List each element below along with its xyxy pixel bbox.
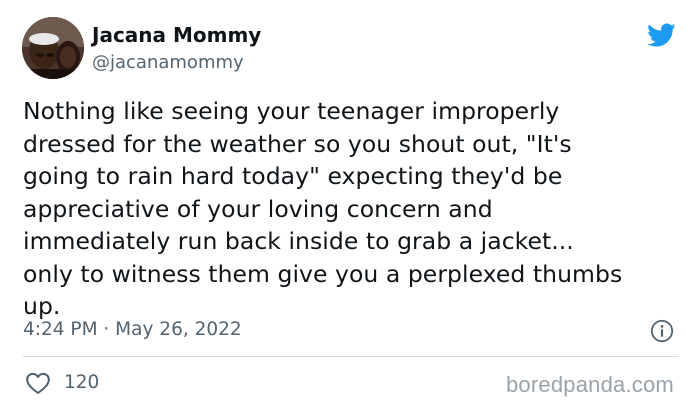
tweet-text-line: up. (23, 292, 61, 320)
tweet-text-line: appreciative of your loving concern and (23, 194, 493, 223)
divider (23, 356, 678, 357)
tweet-text-line: going to rain hard today" expecting they… (23, 162, 563, 190)
info-icon[interactable] (650, 319, 674, 343)
avatar[interactable] (22, 17, 84, 79)
tweet-card: Jacana Mommy @jacanamommy Nothing like s… (0, 0, 700, 410)
boredpanda-watermark: boredpanda.com (506, 372, 674, 397)
author-handle[interactable]: @jacanamommy (92, 52, 244, 73)
author-display-name[interactable]: Jacana Mommy (92, 23, 261, 47)
tweet-text-line: only to witness them give you a perplexe… (23, 259, 623, 288)
tweet-text-line: immediately run back inside to grab a ja… (23, 227, 574, 255)
tweet-text: Nothing like seeing your teenager improp… (23, 95, 688, 323)
twitter-bird-icon[interactable] (644, 20, 678, 50)
tweet-timestamp[interactable]: 4:24 PM · May 26, 2022 (23, 319, 242, 340)
like-count: 120 (64, 372, 100, 393)
tweet-text-line: dressed for the weather so you shout out… (23, 129, 572, 158)
tweet-text-line: Nothing like seeing your teenager improp… (23, 97, 560, 125)
heart-icon[interactable] (25, 371, 51, 395)
